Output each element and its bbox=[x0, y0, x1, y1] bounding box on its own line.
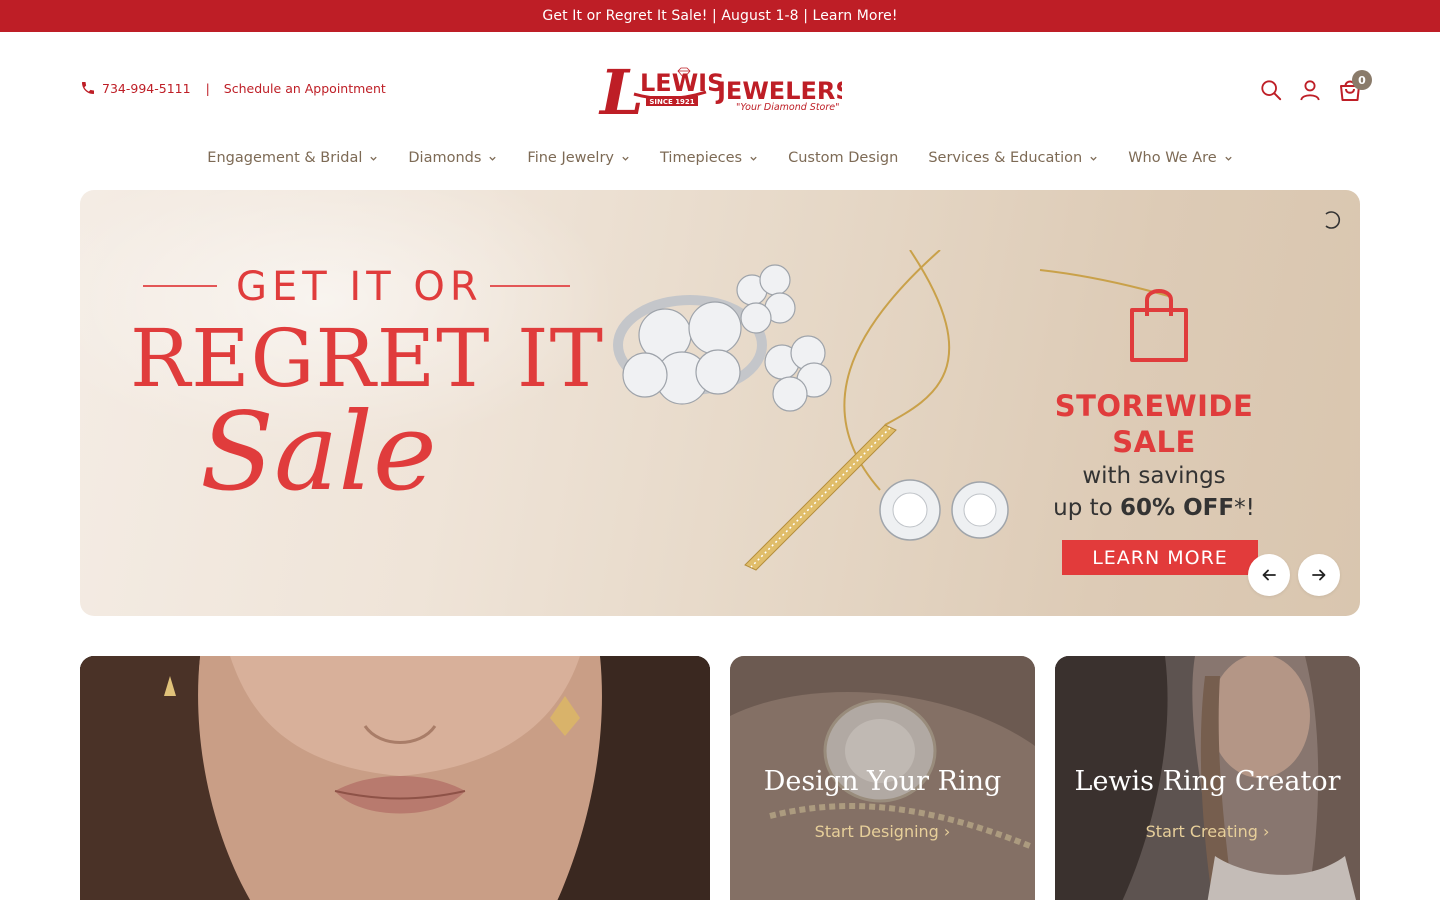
chevron-down-icon bbox=[621, 154, 630, 163]
arrow-right-icon bbox=[1312, 569, 1326, 581]
promo-tile-design-your-ring[interactable]: Design Your Ring Start Designing › bbox=[730, 656, 1035, 900]
hero-decor-line bbox=[143, 285, 217, 287]
nav-item-diamonds[interactable]: Diamonds bbox=[408, 150, 497, 166]
model-portrait-image bbox=[80, 656, 710, 900]
cart-count-badge: 0 bbox=[1352, 70, 1372, 90]
learn-more-button[interactable]: LEARN MORE bbox=[1062, 540, 1258, 575]
account-icon[interactable] bbox=[1296, 76, 1324, 104]
nav-item-fine-jewelry[interactable]: Fine Jewelry bbox=[527, 150, 630, 166]
nav-item-services-education[interactable]: Services & Education bbox=[928, 150, 1098, 166]
header-separator: | bbox=[205, 80, 210, 96]
nav-item-label: Timepieces bbox=[660, 150, 743, 166]
main-nav: Engagement & Bridal Diamonds Fine Jewelr… bbox=[0, 146, 1440, 170]
chevron-down-icon bbox=[1089, 154, 1098, 163]
arrow-left-icon bbox=[1262, 569, 1276, 581]
chevron-down-icon bbox=[369, 154, 378, 163]
loading-spinner-icon bbox=[1325, 211, 1341, 229]
tile-title: Lewis Ring Creator bbox=[1074, 766, 1341, 797]
hero-headline-script: Sale bbox=[200, 390, 437, 515]
schedule-appointment-link[interactable]: Schedule an Appointment bbox=[224, 81, 386, 96]
hero-storewide-sale: STOREWIDE SALE bbox=[1054, 389, 1254, 459]
hero-savings-text: with savings up to 60% OFF*! bbox=[1036, 460, 1272, 524]
nav-item-timepieces[interactable]: Timepieces bbox=[660, 150, 758, 166]
chevron-down-icon bbox=[749, 154, 758, 163]
slideshow-prev-button[interactable] bbox=[1248, 554, 1290, 596]
announcement-link[interactable]: Get It or Regret It Sale! | August 1-8 |… bbox=[542, 8, 897, 24]
nav-item-label: Who We Are bbox=[1128, 150, 1217, 166]
tile-title: Design Your Ring bbox=[763, 766, 1002, 797]
nav-item-label: Diamonds bbox=[408, 150, 482, 166]
svg-text:LEWIS: LEWIS bbox=[640, 69, 724, 97]
hero-savings-prefix: up to bbox=[1053, 495, 1121, 521]
nav-item-custom-design[interactable]: Custom Design bbox=[788, 150, 898, 166]
svg-text:SINCE 1921: SINCE 1921 bbox=[649, 98, 694, 106]
hero-decor-line bbox=[490, 285, 570, 287]
hero-headline-small: GET IT OR bbox=[236, 264, 483, 310]
header-contact: 734-994-5111 | Schedule an Appointment bbox=[80, 78, 386, 98]
hero-savings-suffix: *! bbox=[1234, 495, 1255, 521]
nav-item-label: Services & Education bbox=[928, 150, 1083, 166]
lewis-jewelers-logo[interactable]: L LEWIS SINCE 1921 JEWELERS "Your Diamon… bbox=[598, 56, 842, 124]
hero-savings-amount: 60% OFF bbox=[1120, 495, 1235, 521]
svg-text:L: L bbox=[598, 56, 644, 124]
slideshow-next-button[interactable] bbox=[1298, 554, 1340, 596]
promo-tile-ring-creator[interactable]: Lewis Ring Creator Start Creating › bbox=[1055, 656, 1360, 900]
chevron-down-icon bbox=[1224, 154, 1233, 163]
phone-icon bbox=[80, 80, 96, 96]
svg-text:"Your Diamond Store": "Your Diamond Store" bbox=[736, 102, 840, 113]
phone-link[interactable]: 734-994-5111 bbox=[102, 81, 191, 96]
promo-tile-model[interactable] bbox=[80, 656, 710, 900]
hero-slideshow[interactable]: GET IT OR REGRET IT Sale STOREWIDE SALE bbox=[80, 190, 1360, 616]
svg-text:JEWELERS: JEWELERS bbox=[715, 77, 842, 105]
announcement-bar: Get It or Regret It Sale! | August 1-8 |… bbox=[0, 0, 1440, 32]
shopping-bag-icon bbox=[1130, 289, 1188, 362]
nav-item-engagement-bridal[interactable]: Engagement & Bridal bbox=[207, 150, 378, 166]
nav-item-label: Fine Jewelry bbox=[527, 150, 614, 166]
nav-item-who-we-are[interactable]: Who We Are bbox=[1128, 150, 1233, 166]
hero-savings-line: up to 60% OFF*! bbox=[1036, 492, 1272, 524]
hero-savings-line: with savings bbox=[1082, 463, 1226, 489]
start-designing-link[interactable]: Start Designing › bbox=[730, 822, 1035, 841]
start-creating-link[interactable]: Start Creating › bbox=[1055, 822, 1360, 841]
chevron-down-icon bbox=[488, 154, 497, 163]
nav-item-label: Engagement & Bridal bbox=[207, 150, 363, 166]
search-icon[interactable] bbox=[1257, 76, 1285, 104]
nav-item-label: Custom Design bbox=[788, 150, 899, 166]
